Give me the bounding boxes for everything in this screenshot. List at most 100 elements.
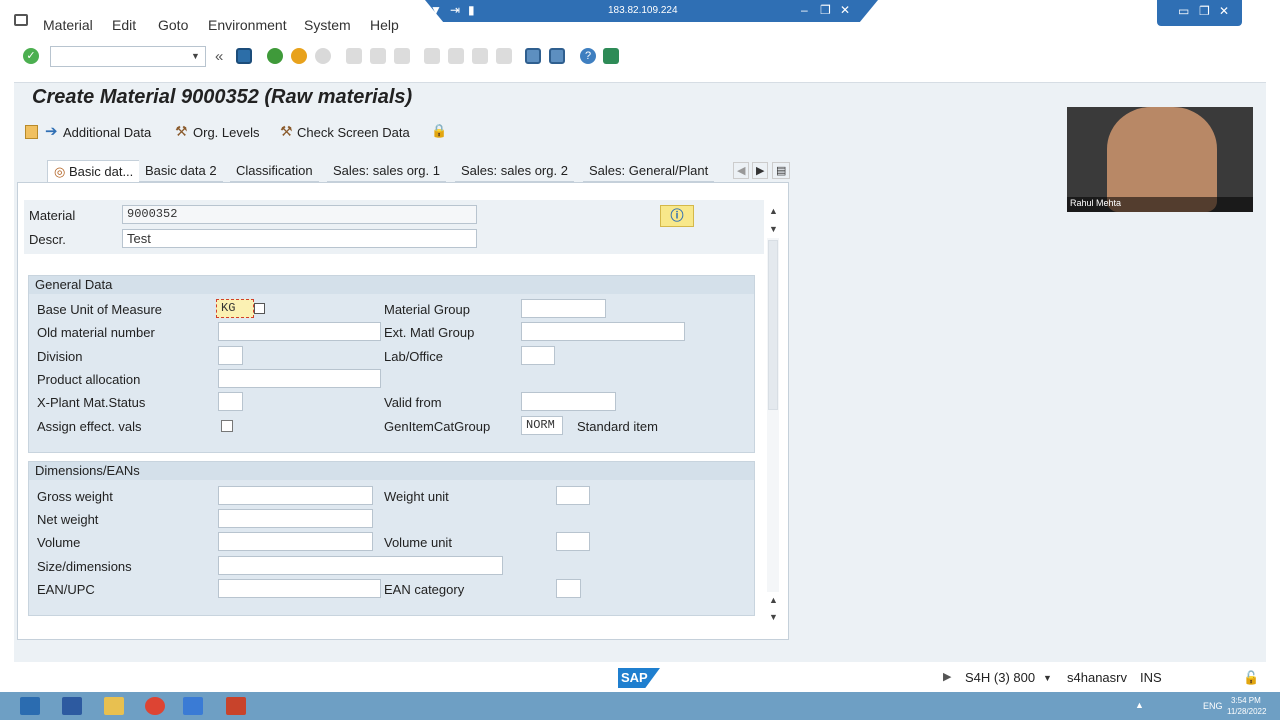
chevron-down-icon[interactable]: ▼	[1043, 673, 1052, 683]
tab-basic-data-2[interactable]: Basic data 2	[139, 160, 223, 182]
old-material-label: Old material number	[37, 325, 155, 340]
command-field[interactable]	[50, 46, 206, 67]
tab-scroll-left-icon[interactable]: ◀	[733, 162, 750, 179]
general-data-header-bar	[29, 276, 754, 294]
tray-language[interactable]: ENG	[1203, 701, 1223, 711]
descr-field[interactable]: Test	[122, 229, 477, 248]
tab-sales-org-2[interactable]: Sales: sales org. 2	[455, 160, 574, 182]
ean-upc-field[interactable]	[218, 579, 381, 598]
xplant-status-field[interactable]	[218, 392, 243, 411]
print-icon[interactable]	[346, 48, 362, 64]
volume-unit-label: Volume unit	[384, 535, 452, 550]
first-page-icon[interactable]	[424, 48, 440, 64]
tab-classification[interactable]: Classification	[230, 160, 319, 182]
org-levels-button[interactable]: Org. Levels	[193, 125, 259, 140]
status-lock-icon[interactable]: 🔓	[1243, 670, 1259, 686]
ean-category-field[interactable]	[556, 579, 581, 598]
scroll-down-icon[interactable]: ▼	[769, 224, 778, 234]
minimize-icon[interactable]: –	[801, 3, 808, 17]
menu-goto[interactable]: Goto	[158, 17, 188, 33]
chrome-icon[interactable]	[145, 697, 165, 715]
powershell-icon[interactable]	[62, 697, 82, 715]
scroll-page-down-icon[interactable]: ▼	[769, 612, 778, 622]
remote-ip: 183.82.109.224	[608, 5, 678, 16]
tab-scroll-right-icon[interactable]: ▶	[752, 162, 769, 179]
material-group-field[interactable]	[521, 299, 606, 318]
size-dimensions-field[interactable]	[218, 556, 503, 575]
valid-from-field[interactable]	[521, 392, 616, 411]
next-page-icon[interactable]	[472, 48, 488, 64]
tray-time[interactable]: 3:54 PM	[1231, 696, 1261, 705]
additional-data-button[interactable]: Additional Data	[63, 125, 151, 140]
close-icon[interactable]: ✕	[840, 3, 850, 17]
menu-edit[interactable]: Edit	[112, 17, 136, 33]
tab-list-icon[interactable]: ▤	[772, 162, 791, 179]
explorer-icon[interactable]	[104, 697, 124, 715]
help-icon[interactable]: ?	[580, 48, 596, 64]
weight-unit-label: Weight unit	[384, 489, 449, 504]
weight-unit-field[interactable]	[556, 486, 590, 505]
volume-field[interactable]	[218, 532, 373, 551]
old-material-field[interactable]	[218, 322, 381, 341]
material-field[interactable]: 9000352	[122, 205, 477, 224]
history-back-icon[interactable]: «	[215, 48, 223, 65]
outer-close-icon[interactable]: ✕	[1219, 4, 1229, 18]
menu-material[interactable]: Material	[43, 17, 93, 33]
lock-icon[interactable]: 🔒	[431, 123, 447, 139]
value-help-icon[interactable]	[254, 303, 265, 314]
scroll-up-icon[interactable]: ▲	[769, 206, 778, 216]
division-field[interactable]	[218, 346, 243, 365]
menu-system[interactable]: System	[304, 17, 351, 33]
menu-environment[interactable]: Environment	[208, 17, 287, 33]
play-icon[interactable]: ▶	[943, 670, 951, 683]
windows-start-icon[interactable]	[20, 697, 40, 715]
new-session-icon[interactable]	[525, 48, 541, 64]
back-icon[interactable]	[267, 48, 283, 64]
sap-logo-text: SAP	[621, 670, 648, 685]
input-mode-status[interactable]: INS	[1140, 670, 1162, 685]
powerpoint-icon[interactable]	[226, 697, 246, 715]
customize-layout-icon[interactable]	[603, 48, 619, 64]
tray-date[interactable]: 11/28/2022	[1227, 707, 1266, 716]
tab-label: Basic dat...	[68, 164, 134, 179]
scroll-page-up-icon[interactable]: ▲	[769, 595, 778, 605]
document-icon[interactable]	[25, 125, 38, 139]
outer-restore-icon[interactable]: ❐	[1199, 4, 1210, 18]
product-allocation-field[interactable]	[218, 369, 381, 388]
gross-weight-field[interactable]	[218, 486, 373, 505]
tray-chevron-icon[interactable]: ▲	[1135, 700, 1144, 710]
tab-basic-data-1[interactable]: ◎ Basic dat...	[47, 160, 141, 182]
find-next-icon[interactable]	[394, 48, 410, 64]
save-icon[interactable]	[236, 48, 252, 64]
chevron-down-icon[interactable]: ▼	[191, 51, 200, 61]
cancel-icon[interactable]	[315, 48, 331, 64]
chevron-down-icon[interactable]: ▼	[430, 3, 442, 17]
lab-office-field[interactable]	[521, 346, 555, 365]
sap-logon-icon[interactable]	[183, 697, 203, 715]
last-page-icon[interactable]	[496, 48, 512, 64]
genitem-catgroup-field[interactable]: NORM	[521, 416, 563, 435]
find-icon[interactable]	[370, 48, 386, 64]
exit-icon[interactable]	[291, 48, 307, 64]
info-icon[interactable]: ⓘ	[660, 205, 694, 227]
system-status[interactable]: S4H (3) 800	[965, 670, 1035, 685]
check-screen-data-button[interactable]: Check Screen Data	[297, 125, 410, 140]
restore-icon[interactable]: ❐	[820, 3, 831, 17]
scrollbar-thumb[interactable]	[768, 240, 778, 410]
enter-icon[interactable]: ✓	[23, 48, 39, 64]
net-weight-field[interactable]	[218, 509, 373, 528]
volume-label: Volume	[37, 535, 81, 550]
volume-unit-field[interactable]	[556, 532, 590, 551]
tab-sales-org-1[interactable]: Sales: sales org. 1	[327, 160, 446, 182]
tab-sales-general-plant[interactable]: Sales: General/Plant	[583, 160, 715, 182]
menu-help[interactable]: Help	[370, 17, 399, 33]
outer-minimize-icon[interactable]: ▭	[1178, 4, 1189, 18]
previous-page-icon[interactable]	[448, 48, 464, 64]
assign-effect-vals-checkbox[interactable]	[221, 420, 233, 432]
pin-icon[interactable]: ⇥	[450, 3, 460, 17]
ext-matl-group-field[interactable]	[521, 322, 685, 341]
shortcut-icon[interactable]	[549, 48, 565, 64]
sap-menu-icon[interactable]	[14, 14, 28, 26]
server-status: s4hanasrv	[1067, 670, 1127, 685]
base-uom-field[interactable]: KG	[216, 299, 254, 318]
